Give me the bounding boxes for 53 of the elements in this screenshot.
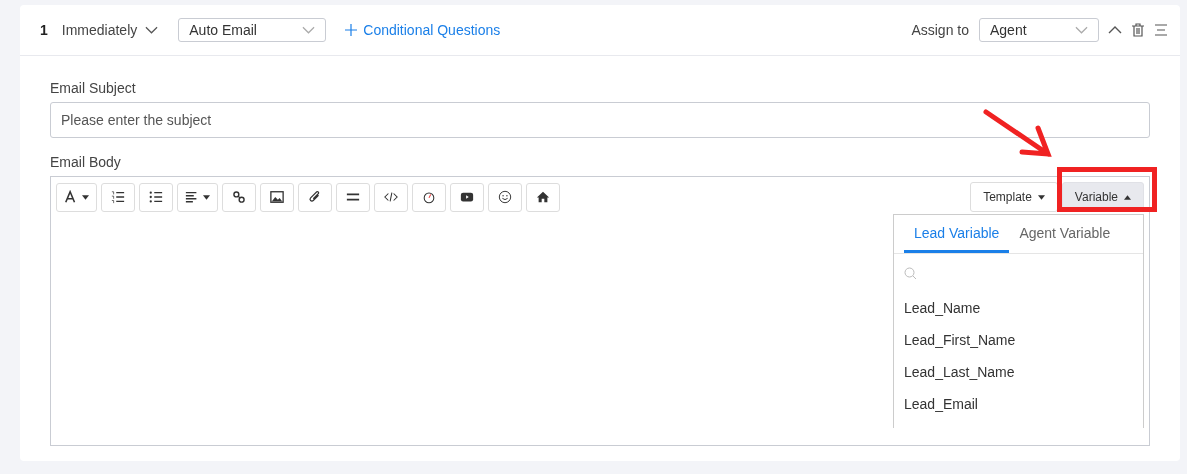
toolbar-button[interactable] [101,182,135,212]
timing-dropdown[interactable]: Immediately [61,22,159,38]
menu-tab[interactable]: Agent Variable [1009,215,1121,253]
search-icon [904,266,917,280]
caret-icon [1124,194,1131,200]
toolbar-button[interactable] [450,182,484,212]
variable-item[interactable]: Lead_First_Name [894,324,1026,356]
annotation-arrow [982,108,1054,160]
video-icon [460,190,474,204]
timer-icon [422,190,436,204]
caret-icon [1037,194,1045,200]
variable-item[interactable]: Lead_Name [894,292,991,324]
variable-item[interactable]: Lead_Last_Name [894,356,1025,388]
toolbar-button[interactable] [526,182,560,212]
smiley-icon [498,190,512,204]
toolbar-button[interactable] [222,182,256,212]
toolbar-button[interactable] [260,182,294,212]
code-icon [384,190,398,204]
align-left-icon [185,190,199,204]
trash-icon[interactable] [1131,23,1145,37]
home-icon [536,190,550,204]
variable-item[interactable]: Lead_Email [894,388,988,420]
action-select[interactable]: Auto Email [178,18,327,42]
chevron-down-icon [1075,26,1088,34]
step-number: 1 [40,22,48,38]
font-icon [64,190,78,204]
toolbar-button[interactable] [56,182,97,212]
link-icon [232,190,246,204]
image-icon [270,190,284,204]
body-editor[interactable]: Template Variable Lead Variable Agent Variable Lead_Name Lead_First_Name Lead_Last_Name Lead_Email [50,176,1150,446]
paperclip-icon [308,190,322,204]
horizontal-rule-icon [346,190,360,204]
toolbar-button[interactable] [177,182,218,212]
numbered-list-icon [111,190,125,204]
toolbar-button[interactable] [298,182,332,212]
field-label: Email Subject [50,80,137,96]
assignee-select[interactable]: Agent [979,18,1099,42]
template-button[interactable]: Template [970,182,1058,212]
subject-field[interactable]: Please enter the subject [50,102,1150,138]
caret-icon [203,194,210,200]
toolbar-button[interactable] [412,182,446,212]
chevron-down-icon [145,26,159,34]
menu-tab[interactable]: Lead Variable [904,215,1010,253]
conditional-questions-link[interactable]: Conditional Questions [345,22,501,38]
bullet-list-icon [149,190,163,204]
caret-icon [82,194,89,200]
toolbar-button[interactable] [139,182,173,212]
plus-icon [345,24,358,36]
field-label: Email Body [50,154,122,170]
assign-label: Assign to [911,22,969,38]
toolbar-button[interactable] [488,182,522,212]
chevron-down-icon [302,26,316,34]
toolbar-button[interactable] [336,182,370,212]
